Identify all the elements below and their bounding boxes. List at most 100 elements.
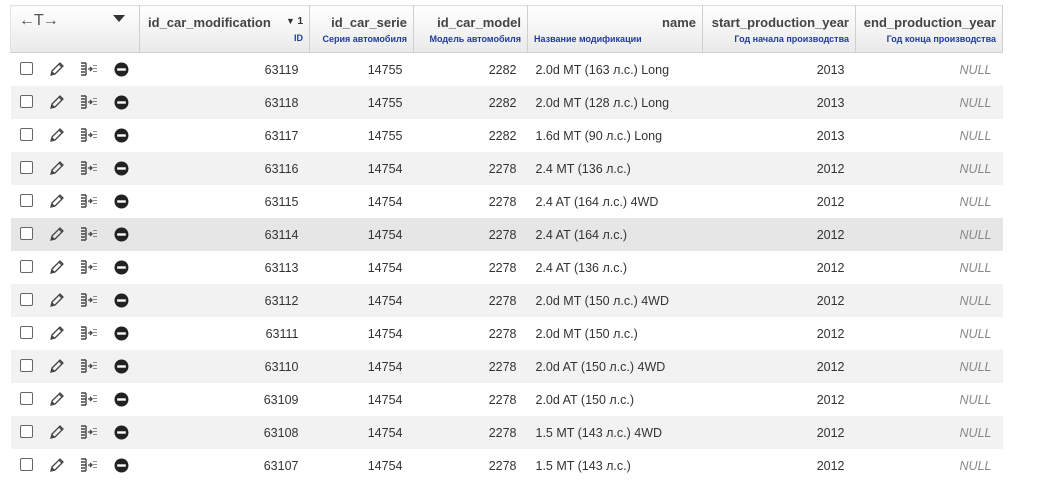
table-row[interactable]: 63108 14754 2278 1.5 MT (143 л.с.) 4WD 2… bbox=[11, 416, 1003, 449]
cell-model[interactable]: 2278 bbox=[414, 152, 528, 185]
cell-id[interactable]: 63112 bbox=[140, 284, 310, 317]
row-checkbox[interactable] bbox=[20, 425, 33, 438]
column-name[interactable]: id_car_modification bbox=[146, 6, 303, 30]
cell-id[interactable]: 63114 bbox=[140, 218, 310, 251]
copy-insert-icon[interactable] bbox=[80, 358, 98, 374]
cell-end-year[interactable]: NULL bbox=[856, 317, 1003, 350]
copy-insert-icon[interactable] bbox=[80, 226, 98, 242]
cell-serie[interactable]: 14754 bbox=[310, 350, 414, 383]
sort-indicator[interactable]: ▼ 1 bbox=[286, 16, 303, 27]
table-row[interactable]: 63112 14754 2278 2.0d MT (150 л.с.) 4WD … bbox=[11, 284, 1003, 317]
column-header-serie[interactable]: id_car_serie Серия автомобиля bbox=[310, 6, 414, 53]
row-checkbox[interactable] bbox=[20, 62, 33, 75]
cell-end-year[interactable]: NULL bbox=[856, 152, 1003, 185]
pencil-icon[interactable] bbox=[49, 127, 65, 143]
cell-start-year[interactable]: 2012 bbox=[703, 218, 856, 251]
cell-model[interactable]: 2278 bbox=[414, 416, 528, 449]
cell-name[interactable]: 2.0d AT (150 л.с.) bbox=[528, 383, 703, 416]
cell-id[interactable]: 63113 bbox=[140, 251, 310, 284]
cell-id[interactable]: 63108 bbox=[140, 416, 310, 449]
cell-serie[interactable]: 14755 bbox=[310, 86, 414, 119]
cell-end-year[interactable]: NULL bbox=[856, 218, 1003, 251]
delete-icon[interactable] bbox=[114, 425, 129, 440]
cell-start-year[interactable]: 2012 bbox=[703, 185, 856, 218]
table-row[interactable]: 63115 14754 2278 2.4 AT (164 л.с.) 4WD 2… bbox=[11, 185, 1003, 218]
row-checkbox[interactable] bbox=[20, 260, 33, 273]
delete-icon[interactable] bbox=[114, 161, 129, 176]
cell-serie[interactable]: 14754 bbox=[310, 218, 414, 251]
copy-insert-icon[interactable] bbox=[80, 61, 98, 77]
cell-end-year[interactable]: NULL bbox=[856, 185, 1003, 218]
chevron-down-icon[interactable] bbox=[113, 15, 125, 22]
pencil-icon[interactable] bbox=[49, 424, 65, 440]
pencil-icon[interactable] bbox=[49, 457, 65, 473]
cell-end-year[interactable]: NULL bbox=[856, 449, 1003, 482]
cell-start-year[interactable]: 2013 bbox=[703, 86, 856, 119]
copy-insert-icon[interactable] bbox=[80, 160, 98, 176]
delete-icon[interactable] bbox=[114, 128, 129, 143]
cell-model[interactable]: 2278 bbox=[414, 350, 528, 383]
column-header-name[interactable]: name Название модификации bbox=[528, 6, 703, 53]
row-checkbox[interactable] bbox=[20, 227, 33, 240]
delete-icon[interactable] bbox=[114, 359, 129, 374]
delete-icon[interactable] bbox=[114, 260, 129, 275]
table-row[interactable]: 63109 14754 2278 2.0d AT (150 л.с.) 2012… bbox=[11, 383, 1003, 416]
pencil-icon[interactable] bbox=[49, 61, 65, 77]
cell-serie[interactable]: 14754 bbox=[310, 284, 414, 317]
pencil-icon[interactable] bbox=[49, 325, 65, 341]
cell-name[interactable]: 1.6d MT (90 л.с.) Long bbox=[528, 119, 703, 152]
cell-start-year[interactable]: 2012 bbox=[703, 416, 856, 449]
copy-insert-icon[interactable] bbox=[80, 193, 98, 209]
cell-start-year[interactable]: 2012 bbox=[703, 251, 856, 284]
cell-start-year[interactable]: 2013 bbox=[703, 53, 856, 87]
row-checkbox[interactable] bbox=[20, 458, 33, 471]
cell-model[interactable]: 2278 bbox=[414, 185, 528, 218]
delete-icon[interactable] bbox=[114, 326, 129, 341]
cell-id[interactable]: 63119 bbox=[140, 53, 310, 87]
cell-id[interactable]: 63115 bbox=[140, 185, 310, 218]
cell-end-year[interactable]: NULL bbox=[856, 416, 1003, 449]
column-header-id[interactable]: id_car_modification ▼ 1 ID bbox=[140, 6, 310, 53]
cell-end-year[interactable]: NULL bbox=[856, 383, 1003, 416]
cell-serie[interactable]: 14754 bbox=[310, 251, 414, 284]
cell-id[interactable]: 63107 bbox=[140, 449, 310, 482]
row-checkbox[interactable] bbox=[20, 161, 33, 174]
cell-model[interactable]: 2278 bbox=[414, 383, 528, 416]
row-checkbox[interactable] bbox=[20, 293, 33, 306]
cell-start-year[interactable]: 2013 bbox=[703, 119, 856, 152]
row-checkbox[interactable] bbox=[20, 128, 33, 141]
column-header-start-year[interactable]: start_production_year Год начала произво… bbox=[703, 6, 856, 53]
copy-insert-icon[interactable] bbox=[80, 94, 98, 110]
cell-end-year[interactable]: NULL bbox=[856, 53, 1003, 87]
delete-icon[interactable] bbox=[114, 392, 129, 407]
copy-insert-icon[interactable] bbox=[80, 391, 98, 407]
row-checkbox[interactable] bbox=[20, 359, 33, 372]
table-row[interactable]: 63110 14754 2278 2.0d AT (150 л.с.) 4WD … bbox=[11, 350, 1003, 383]
cell-model[interactable]: 2282 bbox=[414, 86, 528, 119]
column-name[interactable]: name bbox=[534, 6, 696, 30]
table-row[interactable]: 63118 14755 2282 2.0d MT (128 л.с.) Long… bbox=[11, 86, 1003, 119]
table-row[interactable]: 63113 14754 2278 2.4 AT (136 л.с.) 2012 … bbox=[11, 251, 1003, 284]
cell-id[interactable]: 63109 bbox=[140, 383, 310, 416]
cell-start-year[interactable]: 2012 bbox=[703, 449, 856, 482]
table-row[interactable]: 63117 14755 2282 1.6d MT (90 л.с.) Long … bbox=[11, 119, 1003, 152]
copy-insert-icon[interactable] bbox=[80, 292, 98, 308]
pencil-icon[interactable] bbox=[49, 259, 65, 275]
cell-serie[interactable]: 14754 bbox=[310, 449, 414, 482]
table-row[interactable]: 63114 14754 2278 2.4 AT (164 л.с.) 2012 … bbox=[11, 218, 1003, 251]
column-name[interactable]: end_production_year bbox=[862, 6, 996, 30]
cell-serie[interactable]: 14754 bbox=[310, 317, 414, 350]
cell-serie[interactable]: 14755 bbox=[310, 119, 414, 152]
pencil-icon[interactable] bbox=[49, 193, 65, 209]
column-resize-toggle[interactable]: ←T→ bbox=[19, 12, 58, 30]
cell-id[interactable]: 63118 bbox=[140, 86, 310, 119]
copy-insert-icon[interactable] bbox=[80, 259, 98, 275]
cell-end-year[interactable]: NULL bbox=[856, 251, 1003, 284]
column-name[interactable]: id_car_serie bbox=[316, 6, 407, 30]
delete-icon[interactable] bbox=[114, 458, 129, 473]
cell-serie[interactable]: 14754 bbox=[310, 383, 414, 416]
cell-name[interactable]: 2.0d MT (150 л.с.) bbox=[528, 317, 703, 350]
column-name[interactable]: id_car_model bbox=[420, 6, 521, 30]
cell-model[interactable]: 2282 bbox=[414, 53, 528, 87]
cell-end-year[interactable]: NULL bbox=[856, 119, 1003, 152]
